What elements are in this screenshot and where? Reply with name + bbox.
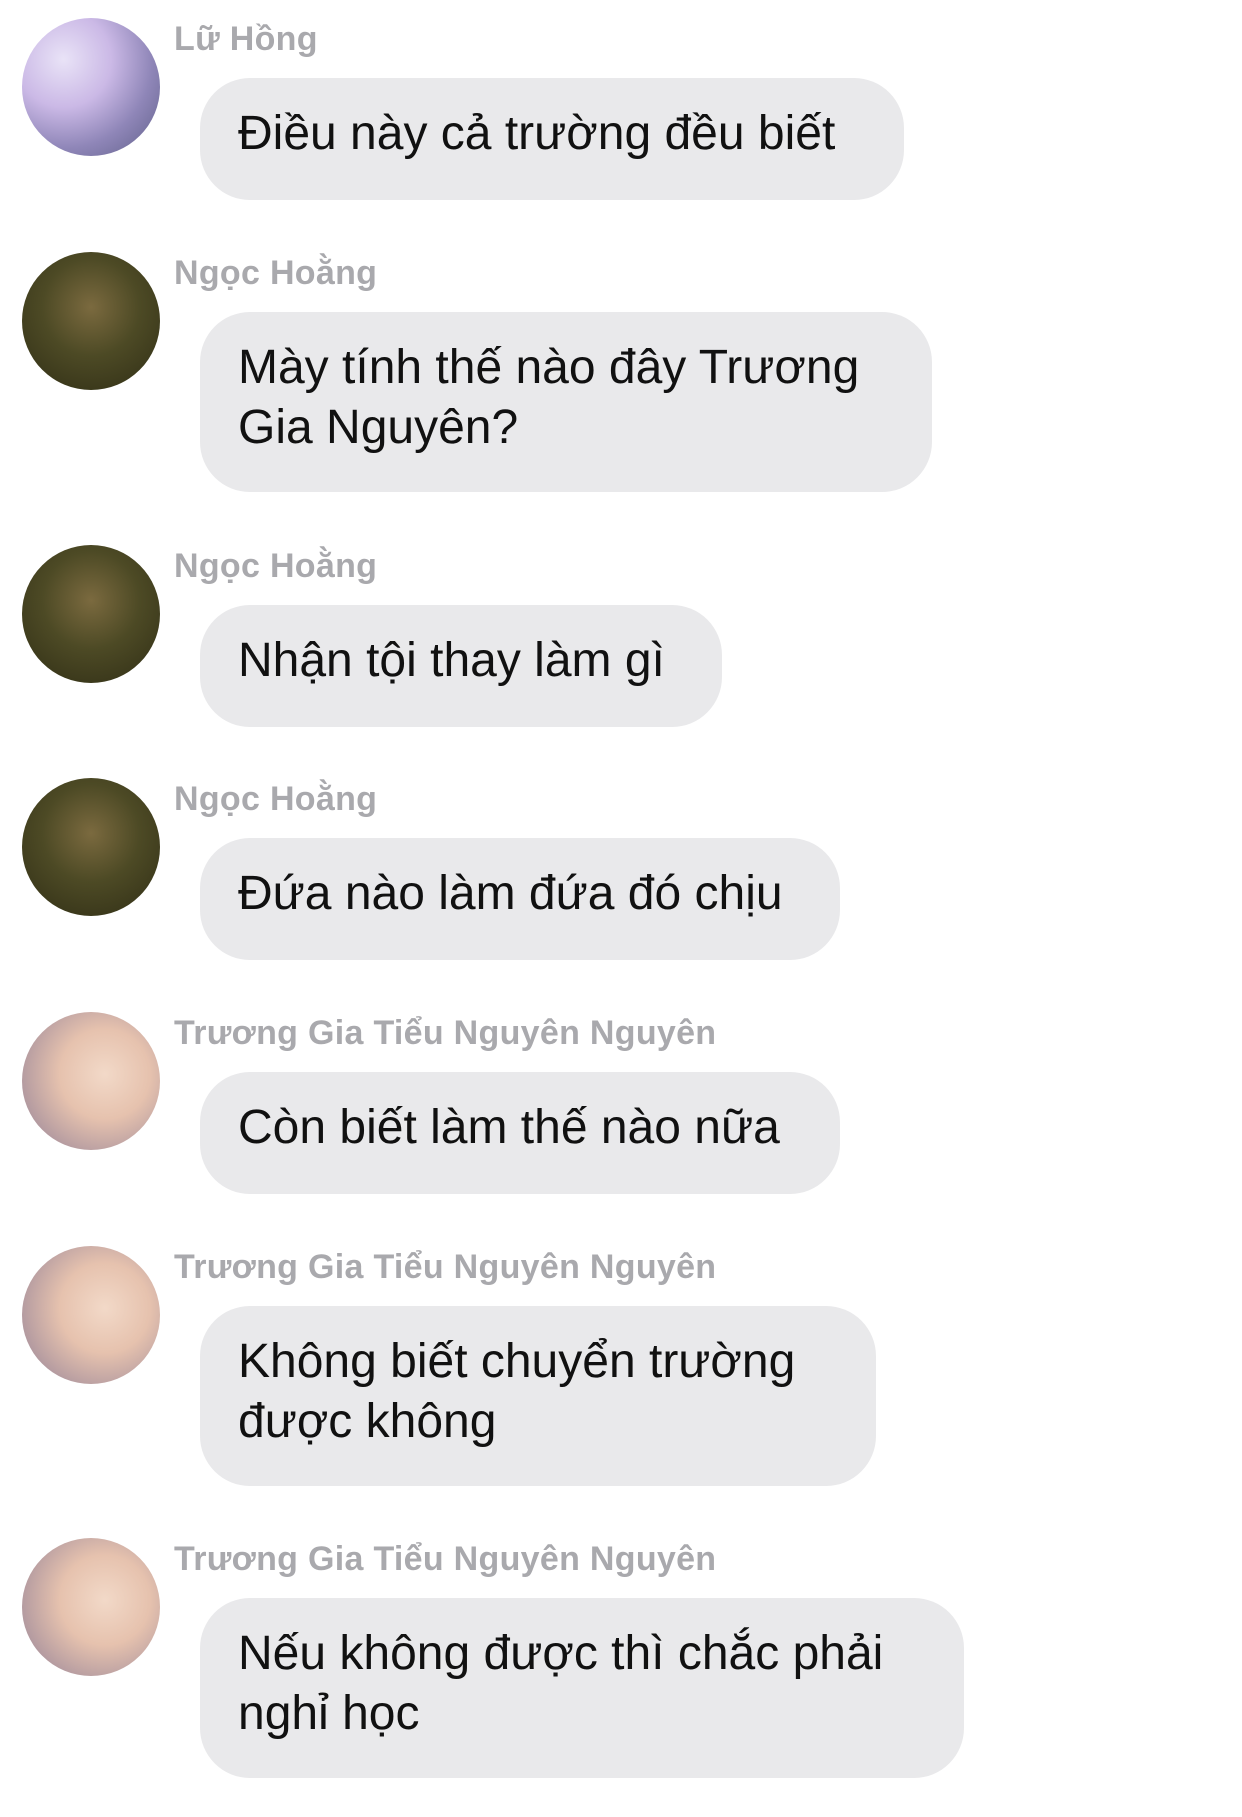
avatar[interactable]: [22, 1012, 160, 1150]
message-bubble[interactable]: Đứa nào làm đứa đó chịu: [200, 838, 840, 960]
avatar[interactable]: [22, 545, 160, 683]
message-bubble[interactable]: Còn biết làm thế nào nữa: [200, 1072, 840, 1194]
avatar[interactable]: [22, 1246, 160, 1384]
avatar[interactable]: [22, 252, 160, 390]
sender-name: Trương Gia Tiểu Nguyên Nguyên: [174, 1248, 717, 1286]
message-bubble[interactable]: Điều này cả trường đều biết: [200, 78, 904, 200]
avatar[interactable]: [22, 778, 160, 916]
sender-name: Ngọc Hoằng: [174, 254, 378, 292]
sender-name: Ngọc Hoằng: [174, 780, 378, 818]
sender-name: Trương Gia Tiểu Nguyên Nguyên: [174, 1014, 717, 1052]
sender-name: Lữ Hồng: [174, 20, 318, 58]
avatar[interactable]: [22, 18, 160, 156]
message-bubble[interactable]: Mày tính thế nào đây Trương Gia Nguyên?: [200, 312, 932, 492]
message-bubble[interactable]: Nếu không được thì chắc phải nghỉ học: [200, 1598, 964, 1778]
message-bubble[interactable]: Không biết chuyển trường được không: [200, 1306, 876, 1486]
message-bubble[interactable]: Nhận tội thay làm gì: [200, 605, 722, 727]
sender-name: Trương Gia Tiểu Nguyên Nguyên: [174, 1540, 717, 1578]
avatar[interactable]: [22, 1538, 160, 1676]
sender-name: Ngọc Hoằng: [174, 547, 378, 585]
